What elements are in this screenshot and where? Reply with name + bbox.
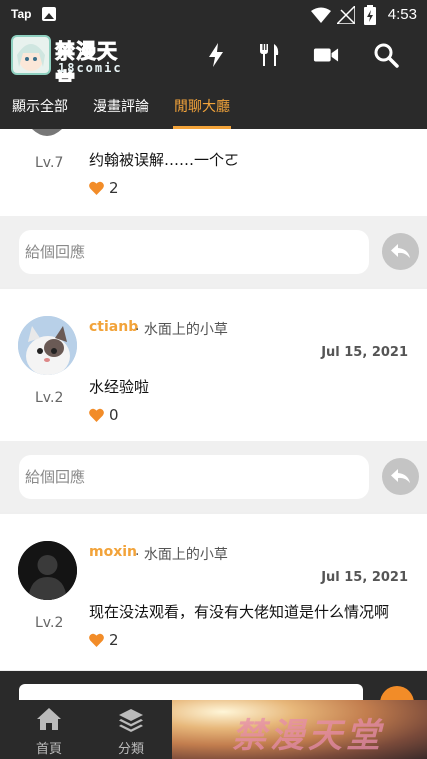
nav-categories[interactable]: 分類 [101,700,161,759]
reply-arrow-icon [391,244,410,258]
avatar[interactable] [18,316,77,375]
like-count: 0 [109,406,119,424]
user-title: · 水面上的小草 [135,547,228,563]
comment-card: Lv.7 约翰被误解……一个ㄛ 2 [0,129,427,216]
comment-text: 水经验啦 [89,378,150,396]
reply-input[interactable] [19,455,369,499]
app-bar: 禁漫天堂 18comic [0,30,427,93]
reply-area [0,216,427,287]
reply-arrow-icon [391,469,410,483]
tab-show-all[interactable]: 顯示全部 [12,96,68,116]
nav-home[interactable]: 首頁 [19,700,79,759]
status-app-label: Tap [11,7,32,21]
reply-send-button[interactable] [382,458,419,495]
app-logo[interactable]: 禁漫天堂 18comic [11,35,131,93]
user-level: Lv.2 [35,390,64,406]
bottom-nav: 首頁 分類 [0,700,172,759]
username[interactable]: moxin [89,544,137,560]
lightning-icon[interactable] [203,42,229,68]
comment-date: Jul 15, 2021 [321,345,408,360]
nav-home-label: 首頁 [35,742,62,757]
username[interactable]: ctianb [89,319,138,335]
no-signal-icon [337,6,355,24]
nav-categories-label: 分類 [117,742,144,757]
like-count: 2 [109,179,119,197]
wifi-icon [311,7,331,23]
ad-text: 禁漫天堂 [232,716,384,756]
reply-area [0,441,427,512]
user-level: Lv.2 [35,615,64,631]
comment-list[interactable]: Lv.7 约翰被误解……一个ㄛ 2 ctianb · 水面上的小草 Jul 15… [0,129,427,700]
user-level: Lv.7 [35,155,64,171]
comment-card: ctianb · 水面上的小草 Jul 15, 2021 Lv.2 水经验啦 0 [0,289,427,441]
home-icon [37,708,61,730]
comment-date: Jul 15, 2021 [321,570,408,585]
heart-icon [89,408,104,422]
tab-comic-reviews[interactable]: 漫畫評論 [93,96,149,116]
user-title: · 水面上的小草 [135,322,228,338]
video-camera-icon[interactable] [313,42,339,68]
comment-card: moxin · 水面上的小草 Jul 15, 2021 Lv.2 现在没法观看，… [0,514,427,670]
reply-send-button[interactable] [382,233,419,270]
comment-text: 约翰被误解……一个ㄛ [89,151,240,169]
like-count: 2 [109,631,119,649]
status-time: 4:53 [387,6,417,23]
tab-chat-lobby[interactable]: 閒聊大廳 [174,96,230,116]
battery-charging-icon [364,5,376,25]
image-notification-icon [42,7,56,21]
avatar[interactable] [18,541,77,600]
ad-banner[interactable]: 禁漫天堂 [172,700,427,759]
search-icon[interactable] [373,42,399,68]
heart-icon [89,633,104,647]
logo-mascot-icon [11,35,51,75]
heart-icon [89,181,104,195]
status-bar: Tap 4:53 [0,0,427,30]
comment-text: 现在没法观看，有没有大佬知道是什么情况啊 [89,603,390,621]
tab-bar: 顯示全部 漫畫評論 閒聊大廳 [0,82,427,129]
avatar [32,129,62,136]
fork-knife-icon[interactable] [256,42,282,68]
layers-icon [119,709,143,732]
logo-subtitle: 18comic [58,61,123,75]
reply-input[interactable] [19,230,369,274]
